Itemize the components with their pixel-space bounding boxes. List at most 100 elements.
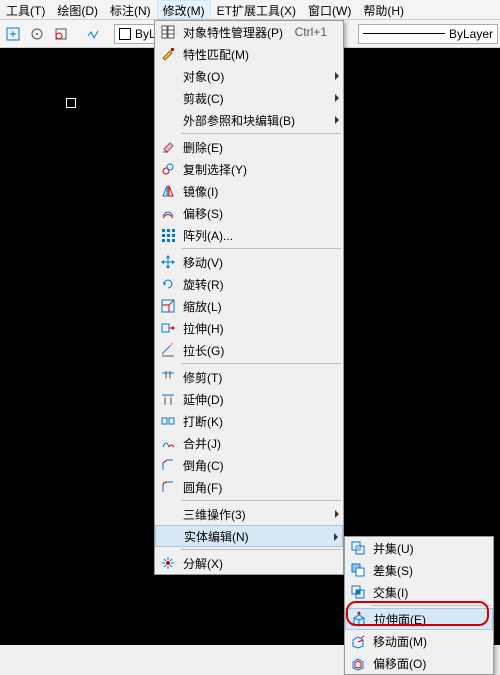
menu-item-25[interactable]: 三维操作(3): [155, 503, 343, 525]
offset-face-icon: [347, 652, 369, 674]
menu-item-label: 特性匹配(M): [179, 46, 327, 63]
submenu-arrow-icon: [335, 72, 339, 80]
line-sample: [363, 33, 445, 34]
menu-item-16[interactable]: 拉长(G): [155, 339, 343, 361]
intersect-icon: [347, 581, 369, 603]
submenu-item-2[interactable]: 交集(I): [345, 581, 493, 603]
menubar-item-3[interactable]: 修改(M): [157, 0, 211, 19]
menu-item-9[interactable]: 偏移(S): [155, 202, 343, 224]
bylayer-line-combo[interactable]: ByLayer: [358, 24, 498, 44]
submenu-item-3[interactable]: 拉伸面(E): [345, 608, 493, 630]
menu-item-4[interactable]: 外部参照和块编辑(B): [155, 109, 343, 131]
submenu-item-1[interactable]: 差集(S): [345, 559, 493, 581]
menu-item-20[interactable]: 打断(K): [155, 410, 343, 432]
menu-item-label: 复制选择(Y): [179, 161, 327, 178]
menu-item-label: 三维操作(3): [179, 506, 327, 523]
submenu-arrow-icon: [335, 94, 339, 102]
menu-item-28[interactable]: 分解(X): [155, 552, 343, 574]
solid-edit-submenu: 并集(U) 差集(S)交集(I) 拉伸面(E) 移动面(M) 偏移面(O): [344, 536, 494, 675]
menu-item-label: 合并(J): [179, 435, 327, 452]
menu-item-2[interactable]: 对象(O): [155, 65, 343, 87]
menu-separator: [371, 605, 491, 606]
menu-item-label: 移动(V): [179, 254, 327, 271]
menubar-item-1[interactable]: 绘图(D): [51, 0, 104, 19]
menu-item-label: 剪裁(C): [179, 90, 327, 107]
menu-item-label: 倒角(C): [179, 457, 327, 474]
copy-icon: [157, 158, 179, 180]
menu-item-label: 删除(E): [179, 139, 327, 156]
menu-item-8[interactable]: 镜像(I): [155, 180, 343, 202]
menu-item-label: 阵列(A)...: [179, 227, 327, 244]
menu-item-label: 拉伸(H): [179, 320, 327, 337]
menu-item-14[interactable]: 缩放(L): [155, 295, 343, 317]
array-icon: [157, 224, 179, 246]
submenu-arrow-icon: [335, 510, 339, 518]
menu-separator: [181, 363, 341, 364]
menu-item-3[interactable]: 剪裁(C): [155, 87, 343, 109]
move-face-icon: [347, 630, 369, 652]
menu-item-1[interactable]: 特性匹配(M): [155, 43, 343, 65]
menu-item-label: 实体编辑(N): [180, 528, 327, 545]
menu-item-6[interactable]: 删除(E): [155, 136, 343, 158]
subtract-icon: [347, 559, 369, 581]
menu-item-label: 对象(O): [179, 68, 327, 85]
no-icon: [158, 525, 180, 547]
rotate-icon: [157, 273, 179, 295]
submenu-arrow-icon: [335, 116, 339, 124]
menu-separator: [181, 133, 341, 134]
submenu-item-label: 移动面(M): [369, 633, 477, 650]
submenu-item-label: 拉伸面(E): [370, 611, 477, 628]
chamfer-icon: [157, 454, 179, 476]
menu-item-26[interactable]: 实体编辑(N): [155, 525, 343, 547]
menu-item-23[interactable]: 圆角(F): [155, 476, 343, 498]
menu-item-label: 修剪(T): [179, 369, 327, 386]
menu-item-13[interactable]: 旋转(R): [155, 273, 343, 295]
menubar-item-0[interactable]: 工具(T): [0, 0, 51, 19]
menubar-item-5[interactable]: 窗口(W): [302, 0, 357, 19]
menu-item-label: 圆角(F): [179, 479, 327, 496]
menu-item-21[interactable]: 合并(J): [155, 432, 343, 454]
tb-btn-1[interactable]: [2, 23, 24, 45]
menu-item-label: 延伸(D): [179, 391, 327, 408]
no-icon: [157, 503, 179, 525]
union-icon: [347, 537, 369, 559]
submenu-arrow-icon: [334, 533, 338, 541]
no-icon: [157, 65, 179, 87]
menu-item-label: 打断(K): [179, 413, 327, 430]
menubar-item-4[interactable]: ET扩展工具(X): [211, 0, 302, 19]
break-icon: [157, 410, 179, 432]
scale-icon: [157, 295, 179, 317]
match-icon: [157, 43, 179, 65]
tb-btn-3[interactable]: [50, 23, 72, 45]
menu-separator: [181, 549, 341, 550]
mirror-icon: [157, 180, 179, 202]
menu-item-10[interactable]: 阵列(A)...: [155, 224, 343, 246]
menu-item-label: 偏移(S): [179, 205, 327, 222]
menu-item-0[interactable]: 对象特性管理器(P)Ctrl+1: [155, 21, 343, 43]
trim-icon: [157, 366, 179, 388]
menu-item-label: 分解(X): [179, 555, 327, 572]
menu-item-19[interactable]: 延伸(D): [155, 388, 343, 410]
menu-item-22[interactable]: 倒角(C): [155, 454, 343, 476]
color-swatch: [119, 28, 131, 40]
menu-item-7[interactable]: 复制选择(Y): [155, 158, 343, 180]
menubar-item-2[interactable]: 标注(N): [104, 0, 157, 19]
erase-icon: [157, 136, 179, 158]
explode-icon: [157, 552, 179, 574]
menu-item-18[interactable]: 修剪(T): [155, 366, 343, 388]
submenu-item-5[interactable]: 偏移面(O): [345, 652, 493, 674]
tb-btn-2[interactable]: [26, 23, 48, 45]
submenu-item-0[interactable]: 并集(U): [345, 537, 493, 559]
no-icon: [157, 87, 179, 109]
menu-item-15[interactable]: 拉伸(H): [155, 317, 343, 339]
submenu-item-4[interactable]: 移动面(M): [345, 630, 493, 652]
menu-item-label: 拉长(G): [179, 342, 327, 359]
menu-item-label: 旋转(R): [179, 276, 327, 293]
submenu-item-label: 并集(U): [369, 540, 477, 557]
menu-item-label: 缩放(L): [179, 298, 327, 315]
pickbox-cursor: [66, 98, 76, 108]
tb-btn-4[interactable]: [82, 23, 104, 45]
menu-item-12[interactable]: 移动(V): [155, 251, 343, 273]
menubar-item-6[interactable]: 帮助(H): [357, 0, 410, 19]
no-icon: [157, 109, 179, 131]
